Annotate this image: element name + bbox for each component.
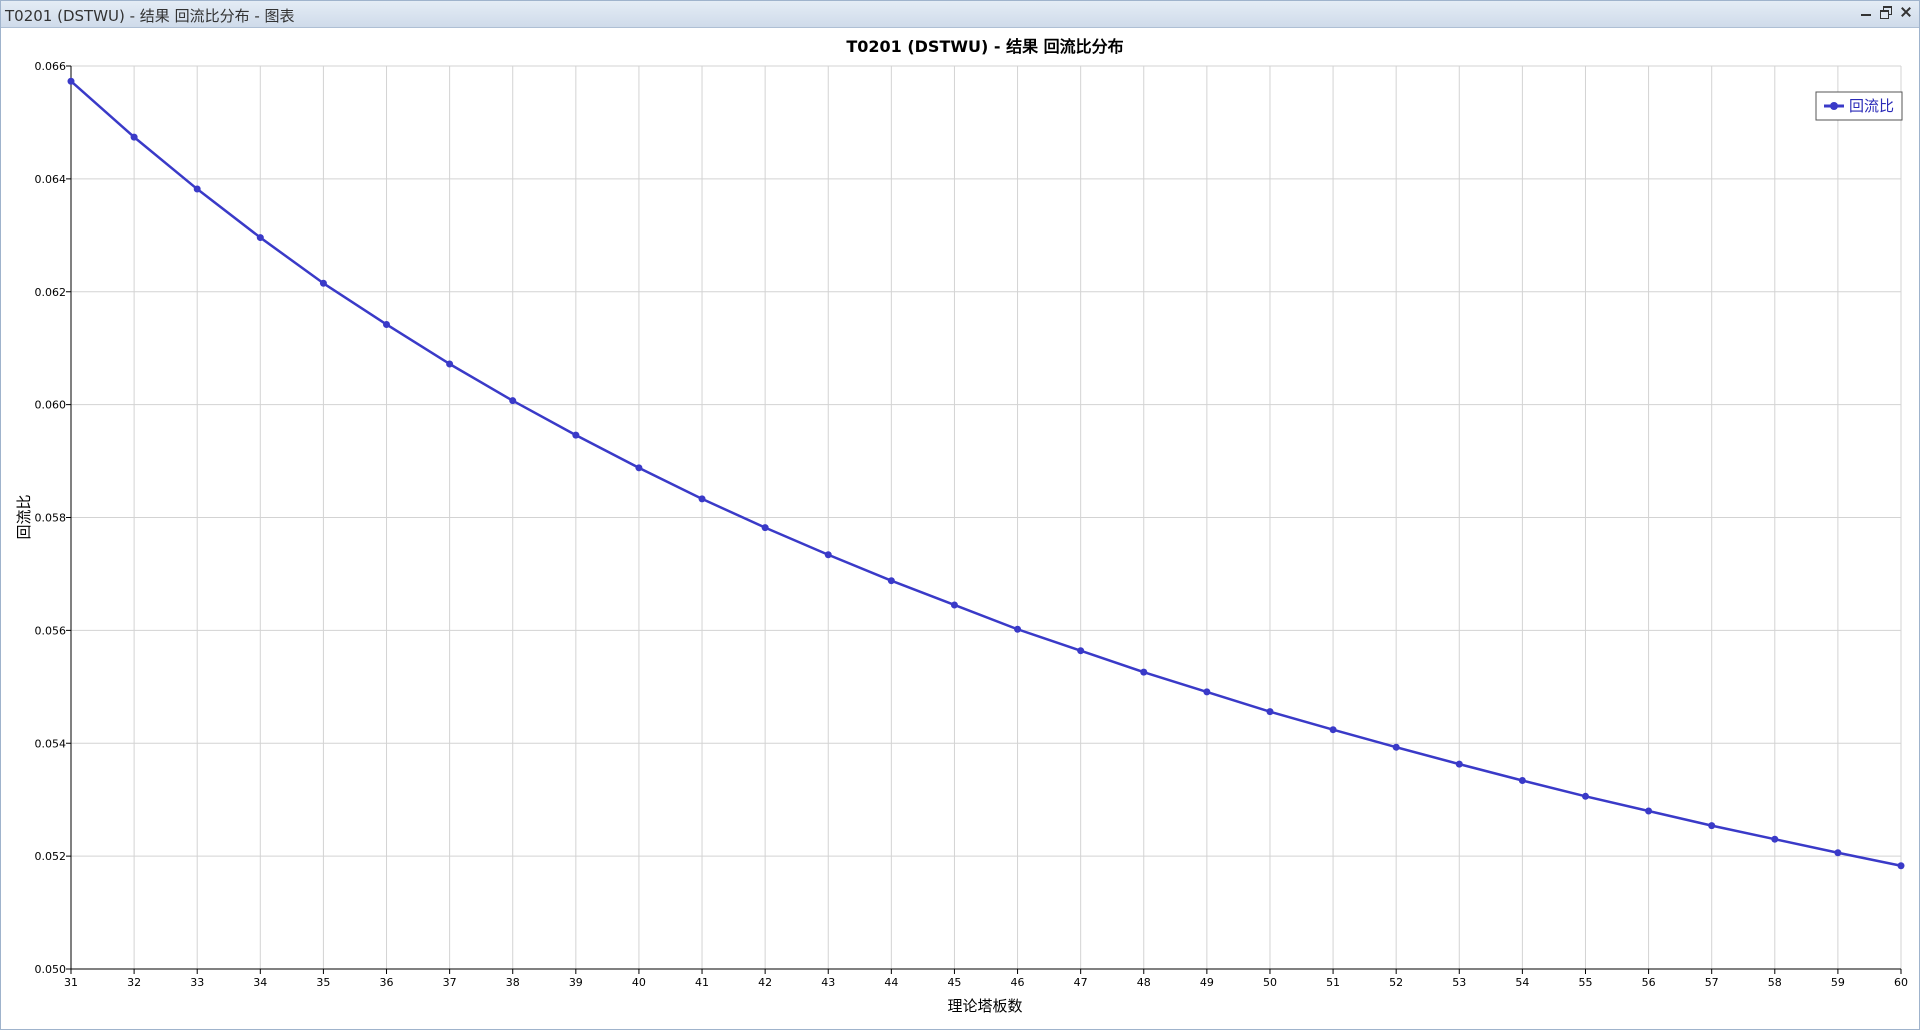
x-tick-label: 58 [1768,976,1782,989]
x-tick-label: 48 [1137,976,1151,989]
data-point[interactable] [319,279,327,287]
x-tick-label: 50 [1263,976,1277,989]
chart-area: T0201 (DSTWU) - 结果 回流比分布 理论塔板数 回流比 31 32 3… [1,28,1919,1029]
restore-icon[interactable] [1879,5,1893,19]
y-tick-label: 0.064 [35,173,67,186]
data-point[interactable] [1140,668,1148,676]
data-point[interactable] [1329,726,1337,734]
data-point[interactable] [1897,862,1905,870]
data-point[interactable] [1645,807,1653,815]
data-point[interactable] [1581,792,1589,800]
y-tick-label: 0.062 [35,286,67,299]
data-point[interactable] [256,234,264,242]
axes [66,65,1902,974]
data-point[interactable] [950,601,958,609]
x-tick-label: 37 [443,976,457,989]
x-tick-label: 49 [1200,976,1214,989]
data-point[interactable] [1014,625,1022,633]
y-tick-label: 0.052 [35,850,67,863]
data-point[interactable] [1455,760,1463,768]
data-point[interactable] [1203,688,1211,696]
x-tick-label: 38 [506,976,520,989]
x-tick-label: 52 [1389,976,1403,989]
chart-window: T0201 (DSTWU) - 结果 回流比分布 - 图表 T0201 (DST… [0,0,1920,1030]
window-titlebar[interactable]: T0201 (DSTWU) - 结果 回流比分布 - 图表 [1,1,1919,28]
grid [70,65,1902,970]
x-tick-label: 35 [316,976,330,989]
x-tick-label: 57 [1705,976,1719,989]
data-point[interactable] [1392,743,1400,751]
data-point[interactable] [67,77,75,85]
x-tick-label: 51 [1326,976,1340,989]
line-chart: T0201 (DSTWU) - 结果 回流比分布 理论塔板数 回流比 31 32 3… [15,37,1909,1015]
x-tick-label: 59 [1831,976,1845,989]
data-point[interactable] [761,524,769,532]
minimize-icon[interactable] [1859,5,1873,19]
x-axis-label: 理论塔板数 [947,997,1022,1015]
data-point[interactable] [1266,708,1274,716]
series [67,77,1905,870]
x-tick-label: 47 [1074,976,1088,989]
x-tick-label: 32 [127,976,141,989]
x-tick-label: 34 [253,976,267,989]
data-point[interactable] [1518,776,1526,784]
data-point[interactable] [193,185,201,193]
data-point[interactable] [824,551,832,559]
data-point[interactable] [383,320,391,328]
x-tick-label: 40 [632,976,646,989]
legend-label: 回流比 [1849,97,1894,115]
y-tick-label: 0.054 [35,737,67,750]
data-point[interactable] [572,431,580,439]
close-icon[interactable] [1899,5,1913,19]
data-point[interactable] [446,360,454,368]
data-point[interactable] [509,397,517,405]
tick-labels: 31 32 33 34 35 36 37 38 39 40 41 42 43 44 45 46 47 48 49 50… [35,60,1909,989]
x-tick-label: 43 [821,976,835,989]
y-tick-label: 0.060 [35,399,67,412]
data-point[interactable] [1771,835,1779,843]
series-line [70,80,1902,867]
data-point[interactable] [635,464,643,472]
data-point[interactable] [1708,822,1716,830]
x-tick-label: 45 [947,976,961,989]
data-point[interactable] [1834,849,1842,857]
data-point[interactable] [1077,647,1085,655]
x-tick-label: 55 [1578,976,1592,989]
y-axis-label: 回流比 [15,494,33,539]
x-tick-label: 33 [190,976,204,989]
data-point[interactable] [887,577,895,585]
data-point[interactable] [130,133,138,141]
chart-title: T0201 (DSTWU) - 结果 回流比分布 [846,37,1123,56]
x-tick-label: 36 [380,976,394,989]
window-controls [1859,5,1913,19]
x-tick-label: 31 [64,976,78,989]
y-tick-label: 0.056 [35,624,67,637]
x-tick-label: 54 [1515,976,1529,989]
legend-swatch-marker [1830,102,1838,110]
window-title: T0201 (DSTWU) - 结果 回流比分布 - 图表 [5,7,295,25]
x-tick-label: 53 [1452,976,1466,989]
y-tick-label: 0.058 [35,512,67,525]
x-tick-label: 44 [884,976,898,989]
x-tick-label: 56 [1642,976,1656,989]
x-tick-label: 41 [695,976,709,989]
x-tick-label: 46 [1011,976,1025,989]
x-tick-label: 39 [569,976,583,989]
data-point[interactable] [698,495,706,503]
y-tick-label: 0.066 [35,60,67,73]
x-tick-label: 60 [1894,976,1908,989]
x-tick-label: 42 [758,976,772,989]
y-tick-label: 0.050 [35,963,67,976]
legend[interactable]: 回流比 [1815,91,1903,121]
